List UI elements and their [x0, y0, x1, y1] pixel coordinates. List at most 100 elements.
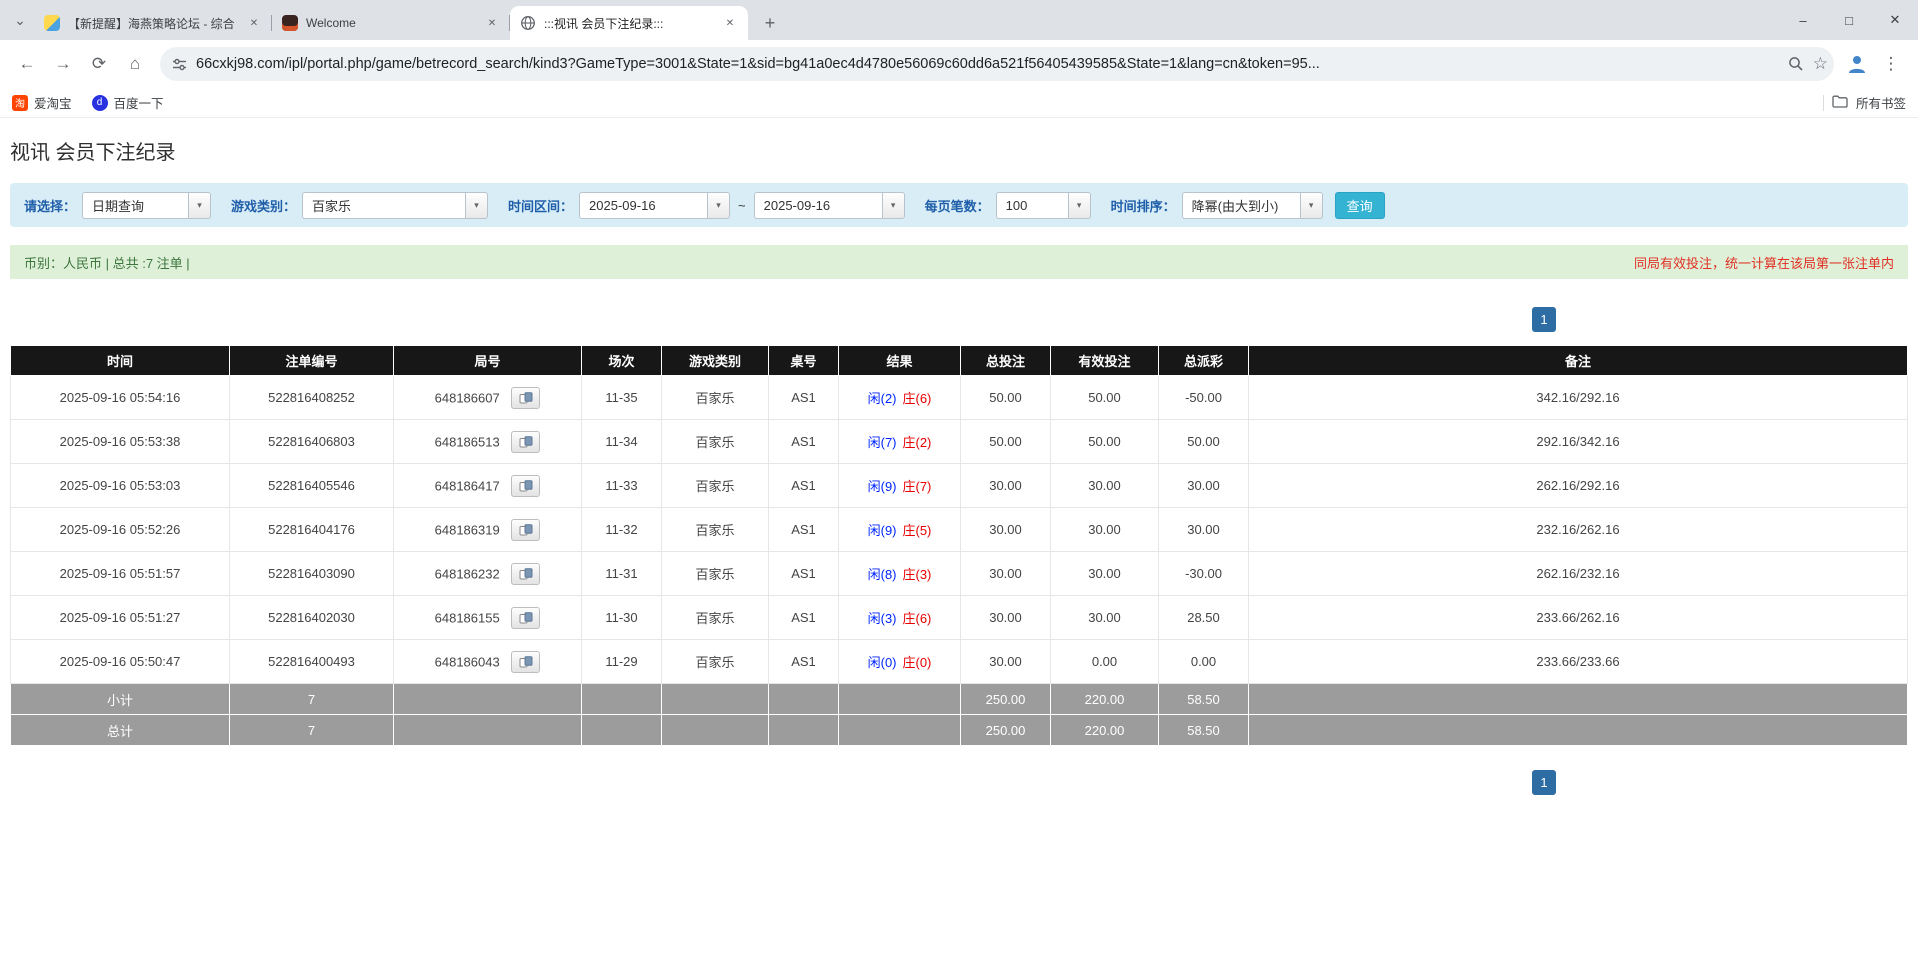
filter-query-type: 请选择： 日期查询 ▾ — [24, 192, 211, 219]
bookmark-baidu[interactable]: d 百度一下 — [92, 93, 164, 112]
tab-close-icon[interactable]: ✕ — [246, 15, 262, 31]
cell-session: 11-29 — [582, 640, 662, 684]
minimize-button[interactable]: – — [1780, 0, 1826, 40]
view-result-button[interactable] — [511, 563, 540, 585]
tab-forum[interactable]: 【新提醒】海燕策略论坛 - 综合 ✕ — [34, 6, 272, 40]
records-body: 2025-09-16 05:54:16 522816408252 6481866… — [11, 376, 1908, 684]
cell-game-type: 百家乐 — [662, 640, 769, 684]
result-banker: 庄(5) — [903, 523, 932, 538]
cell-note: 262.16/232.16 — [1249, 552, 1908, 596]
round-id-text: 648186232 — [435, 566, 500, 581]
cell-total-bet[interactable]: 50.00 — [961, 376, 1051, 420]
chevron-down-icon[interactable]: ▾ — [465, 192, 488, 219]
new-tab-button[interactable]: + — [756, 9, 784, 37]
sort-select[interactable]: 降幂(由大到小) ▾ — [1182, 192, 1323, 219]
filter-bar: 请选择： 日期查询 ▾ 游戏类别： 百家乐 ▾ 时间区间： 2025-09-16… — [10, 183, 1908, 227]
tab-title: :::视讯 会员下注纪录::: — [544, 15, 714, 32]
round-id-text: 648186319 — [435, 522, 500, 537]
bookmark-star-icon[interactable]: ☆ — [1813, 54, 1828, 74]
cell-game-type: 百家乐 — [662, 464, 769, 508]
total-label: 总计 — [11, 715, 230, 746]
forum-favicon-icon — [44, 15, 60, 31]
tab-close-icon[interactable]: ✕ — [484, 15, 500, 31]
site-info-icon[interactable] — [172, 57, 187, 72]
forward-button[interactable]: → — [46, 47, 80, 81]
chevron-down-icon[interactable]: ▾ — [707, 192, 730, 219]
round-id-text: 648186043 — [435, 654, 500, 669]
view-result-button[interactable] — [511, 607, 540, 629]
all-bookmarks[interactable]: 所有书签 — [1823, 93, 1906, 112]
result-player: 闲(8) — [868, 567, 897, 582]
close-window-button[interactable]: ✕ — [1872, 0, 1918, 40]
date-to-value[interactable]: 2025-09-16 — [754, 192, 882, 219]
reload-button[interactable]: ⟳ — [82, 47, 116, 81]
all-bookmarks-label: 所有书签 — [1856, 93, 1906, 112]
tab-close-icon[interactable]: ✕ — [722, 15, 738, 31]
search-button[interactable]: 查询 — [1335, 192, 1385, 219]
maximize-button[interactable]: □ — [1826, 0, 1872, 40]
date-from-value[interactable]: 2025-09-16 — [579, 192, 707, 219]
bookmark-taobao[interactable]: 淘 爱淘宝 — [12, 93, 72, 112]
header-game-type: 游戏类别 — [662, 346, 769, 376]
game-type-select[interactable]: 百家乐 ▾ — [302, 192, 488, 219]
view-result-button[interactable] — [511, 651, 540, 673]
view-result-button[interactable] — [511, 387, 540, 409]
view-result-button[interactable] — [511, 519, 540, 541]
zoom-icon[interactable] — [1788, 56, 1804, 72]
header-note: 备注 — [1249, 346, 1908, 376]
filter-game-type: 游戏类别： 百家乐 ▾ — [231, 192, 488, 219]
empty-cell — [394, 684, 582, 715]
cell-time: 2025-09-16 05:52:26 — [11, 508, 230, 552]
query-type-select[interactable]: 日期查询 ▾ — [82, 192, 211, 219]
per-page-select[interactable]: 100 ▾ — [996, 192, 1091, 219]
cards-icon — [519, 656, 533, 668]
round-id-text: 648186155 — [435, 610, 500, 625]
result-player: 闲(2) — [868, 391, 897, 406]
cell-session: 11-30 — [582, 596, 662, 640]
cell-round-id: 648186319 — [394, 508, 582, 552]
page-1-button[interactable]: 1 — [1532, 307, 1556, 332]
cell-valid-bet: 0.00 — [1051, 640, 1159, 684]
view-result-button[interactable] — [511, 431, 540, 453]
cell-time: 2025-09-16 05:53:03 — [11, 464, 230, 508]
cell-time: 2025-09-16 05:50:47 — [11, 640, 230, 684]
header-session: 场次 — [582, 346, 662, 376]
tab-bet-records-active[interactable]: :::视讯 会员下注纪录::: ✕ — [510, 6, 748, 40]
cell-total-bet[interactable]: 30.00 — [961, 464, 1051, 508]
profile-avatar[interactable] — [1842, 49, 1872, 79]
per-page-value[interactable]: 100 — [996, 192, 1068, 219]
empty-cell — [582, 715, 662, 746]
cell-total-bet[interactable]: 50.00 — [961, 420, 1051, 464]
cell-valid-bet: 50.00 — [1051, 376, 1159, 420]
game-type-value[interactable]: 百家乐 — [302, 192, 465, 219]
cell-valid-bet: 30.00 — [1051, 464, 1159, 508]
date-to-select[interactable]: 2025-09-16 ▾ — [754, 192, 905, 219]
tab-welcome[interactable]: Welcome ✕ — [272, 6, 510, 40]
view-result-button[interactable] — [511, 475, 540, 497]
sort-value[interactable]: 降幂(由大到小) — [1182, 192, 1300, 219]
pagination-top: 1 — [10, 307, 1908, 333]
date-from-select[interactable]: 2025-09-16 ▾ — [579, 192, 730, 219]
back-button[interactable]: ← — [10, 47, 44, 81]
empty-cell — [1249, 715, 1908, 746]
cell-total-bet[interactable]: 30.00 — [961, 596, 1051, 640]
tab-search-chevron-icon[interactable]: ⌄ — [6, 0, 34, 40]
cell-total-bet[interactable]: 30.00 — [961, 552, 1051, 596]
chevron-down-icon[interactable]: ▾ — [1068, 192, 1091, 219]
cell-result: 闲(2)庄(6) — [839, 376, 961, 420]
chevron-down-icon[interactable]: ▾ — [882, 192, 905, 219]
cell-total-bet[interactable]: 30.00 — [961, 640, 1051, 684]
browser-menu-icon[interactable]: ⋮ — [1874, 47, 1908, 81]
url-text[interactable]: 66cxkj98.com/ipl/portal.php/game/betreco… — [196, 56, 1779, 72]
query-type-value[interactable]: 日期查询 — [82, 192, 188, 219]
cell-payout: 30.00 — [1159, 464, 1249, 508]
home-button[interactable]: ⌂ — [118, 47, 152, 81]
cell-bet-id: 522816403090 — [230, 552, 394, 596]
table-row: 2025-09-16 05:54:16 522816408252 6481866… — [11, 376, 1908, 420]
result-banker: 庄(3) — [903, 567, 932, 582]
chevron-down-icon[interactable]: ▾ — [1300, 192, 1323, 219]
address-bar[interactable]: 66cxkj98.com/ipl/portal.php/game/betreco… — [160, 47, 1834, 81]
chevron-down-icon[interactable]: ▾ — [188, 192, 211, 219]
page-1-button[interactable]: 1 — [1532, 770, 1556, 795]
cell-total-bet[interactable]: 30.00 — [961, 508, 1051, 552]
